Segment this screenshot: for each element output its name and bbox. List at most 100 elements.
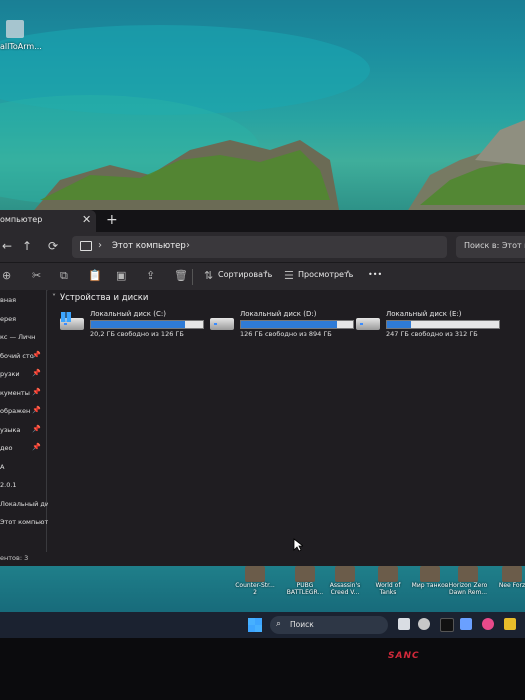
start-button[interactable]: [248, 618, 262, 632]
pin-icon: 📌: [32, 443, 41, 451]
view-icon: ☰: [284, 269, 294, 282]
drive-name: Локальный диск (C:): [90, 310, 166, 318]
game-icon: [335, 566, 355, 582]
game-label: World of Tanks: [375, 582, 401, 596]
desktop-game-shortcut[interactable]: Counter-Str... 2: [235, 566, 275, 612]
chevron-right-icon[interactable]: ›: [186, 240, 190, 251]
chevron-down-icon[interactable]: ˅: [52, 293, 56, 302]
taskbar-search[interactable]: ⌕ Поиск: [270, 616, 388, 634]
chatgpt-icon[interactable]: [418, 618, 430, 630]
drive-free-space: 20,2 ГБ свободно из 126 ГБ: [90, 330, 184, 338]
pin-icon: 📌: [32, 424, 41, 433]
back-icon[interactable]: ←: [2, 239, 12, 253]
navigation-bar: ← ↑ ⟳ › Этот компьютер › Поиск в: Этот к…: [0, 232, 525, 262]
chevron-down-icon: ˅: [346, 270, 350, 279]
game-icon: [420, 566, 440, 582]
sidebar-item[interactable]: рузки: [0, 370, 20, 378]
main-content: ˅ Устройства и диски Локальный диск (C:)…: [48, 290, 525, 552]
desktop-game-shortcut[interactable]: World of Tanks: [368, 566, 408, 612]
tab-this-pc[interactable]: омпьютер ✕: [0, 210, 96, 232]
mouse-cursor-icon: [293, 538, 303, 552]
sidebar-item[interactable]: вная: [0, 296, 16, 304]
game-label: Horizon Zero Dawn Rem...: [448, 582, 488, 596]
photo-frame: allToArm... омпьютер ✕ + ← ↑ ⟳ › Этот ко…: [0, 0, 525, 700]
sidebar-item[interactable]: кс — Личн: [0, 333, 35, 341]
taskbar: ⌕ Поиск: [0, 612, 525, 638]
monitor-bezel: [0, 638, 525, 700]
drive-name: Локальный диск (E:): [386, 310, 462, 318]
drive-free-space: 247 ГБ свободно из 312 ГБ: [386, 330, 478, 338]
delete-icon[interactable]: 🗑: [174, 269, 188, 282]
tiktok-icon[interactable]: [440, 618, 454, 632]
address-bar[interactable]: › Этот компьютер ›: [72, 236, 447, 258]
game-icon: [378, 566, 398, 582]
up-icon[interactable]: ↑: [22, 239, 32, 253]
desktop-wallpaper: allToArm...: [0, 0, 525, 215]
sidebar-item[interactable]: ерея: [0, 315, 16, 323]
game-label: Assassin's Creed V...: [329, 582, 361, 596]
item-count: ентов: 3: [0, 554, 29, 562]
drive-c[interactable]: Локальный диск (C:) 20,2 ГБ свободно из …: [60, 310, 210, 340]
game-icon: [295, 566, 315, 582]
windows-logo-icon: [61, 312, 71, 322]
devices-group-title: Устройства и диски: [60, 293, 149, 303]
rename-icon[interactable]: ▣: [116, 269, 126, 282]
new-icon[interactable]: ⊕: [2, 269, 11, 282]
hard-drive-icon: [60, 312, 84, 330]
desktop-shortcut-icon[interactable]: [6, 20, 24, 38]
teams-icon[interactable]: [460, 618, 472, 630]
file-explorer-window: омпьютер ✕ + ← ↑ ⟳ › Этот компьютер › По…: [0, 210, 525, 566]
desktop-lower: Counter-Str... 2 PUBG BATTLEGR... Assassin…: [0, 566, 525, 614]
search-box[interactable]: Поиск в: Этот ком: [456, 236, 525, 258]
sidebar-item[interactable]: ображен: [0, 407, 30, 415]
refresh-icon[interactable]: ⟳: [48, 239, 58, 253]
monitor-screen: allToArm... омпьютер ✕ + ← ↑ ⟳ › Этот ко…: [0, 0, 525, 640]
sidebar-item[interactable]: бочий сто: [0, 352, 34, 360]
desktop-game-shortcut[interactable]: Horizon Zero Dawn Rem...: [448, 566, 488, 612]
folder-icon[interactable]: [504, 618, 516, 630]
address-path[interactable]: Этот компьютер: [112, 241, 186, 251]
sidebar-item[interactable]: део: [0, 444, 12, 452]
share-icon[interactable]: ⇪: [146, 269, 155, 282]
monitor-brand-logo: SANC: [388, 651, 420, 661]
copilot-icon[interactable]: [482, 618, 494, 630]
task-view-icon[interactable]: [398, 618, 410, 630]
game-icon: [458, 566, 478, 582]
wallpaper-art: [0, 25, 525, 215]
copy-icon[interactable]: ⧉: [60, 269, 68, 283]
desktop-game-shortcut[interactable]: Мир танков: [410, 566, 450, 612]
toolbar-divider: [192, 269, 193, 285]
more-options-button[interactable]: •••: [368, 270, 382, 279]
search-icon: ⌕: [276, 619, 282, 629]
hard-drive-icon: [356, 318, 380, 330]
tab-close-icon[interactable]: ✕: [82, 213, 91, 226]
drive-name: Локальный диск (D:): [240, 310, 317, 318]
status-bar: ентов: 3: [0, 552, 525, 566]
sidebar-item[interactable]: 2.0.1: [0, 481, 17, 489]
game-label: Nee Forz: [498, 582, 525, 589]
drive-usage-bar: [240, 320, 354, 329]
drive-usage-bar: [90, 320, 204, 329]
sidebar-item[interactable]: А: [0, 463, 4, 471]
game-label: Counter-Str... 2: [235, 582, 275, 596]
pin-icon: 📌: [32, 350, 41, 359]
paste-icon[interactable]: 📋: [88, 269, 102, 282]
new-tab-icon[interactable]: +: [106, 212, 118, 228]
sidebar-item[interactable]: Локальный дис: [0, 500, 53, 508]
chevron-right-icon: ›: [98, 240, 102, 251]
cut-icon[interactable]: ✂: [32, 269, 41, 282]
drive-d[interactable]: Локальный диск (D:) 126 ГБ свободно из 8…: [210, 310, 360, 340]
desktop-game-shortcut[interactable]: PUBG BATTLEGR...: [285, 566, 325, 612]
sidebar-item[interactable]: кументы: [0, 389, 30, 397]
desktop-shortcut-label: allToArm...: [0, 42, 42, 51]
sort-icon: ⇅: [204, 269, 214, 282]
hard-drive-icon: [210, 318, 234, 330]
navigation-pane: вная ерея кс — Личн бочий сто 📌 рузки 📌 кументы…: [0, 290, 56, 552]
pin-icon: 📌: [32, 369, 41, 377]
sidebar-item[interactable]: узыка: [0, 426, 20, 434]
desktop-game-shortcut[interactable]: Nee Forz: [492, 566, 525, 612]
taskbar-search-label: Поиск: [290, 620, 314, 629]
chevron-down-icon: ˅: [264, 270, 268, 279]
desktop-game-shortcut[interactable]: Assassin's Creed V...: [325, 566, 365, 612]
drive-e[interactable]: Локальный диск (E:) 247 ГБ свободно из 3…: [356, 310, 506, 340]
